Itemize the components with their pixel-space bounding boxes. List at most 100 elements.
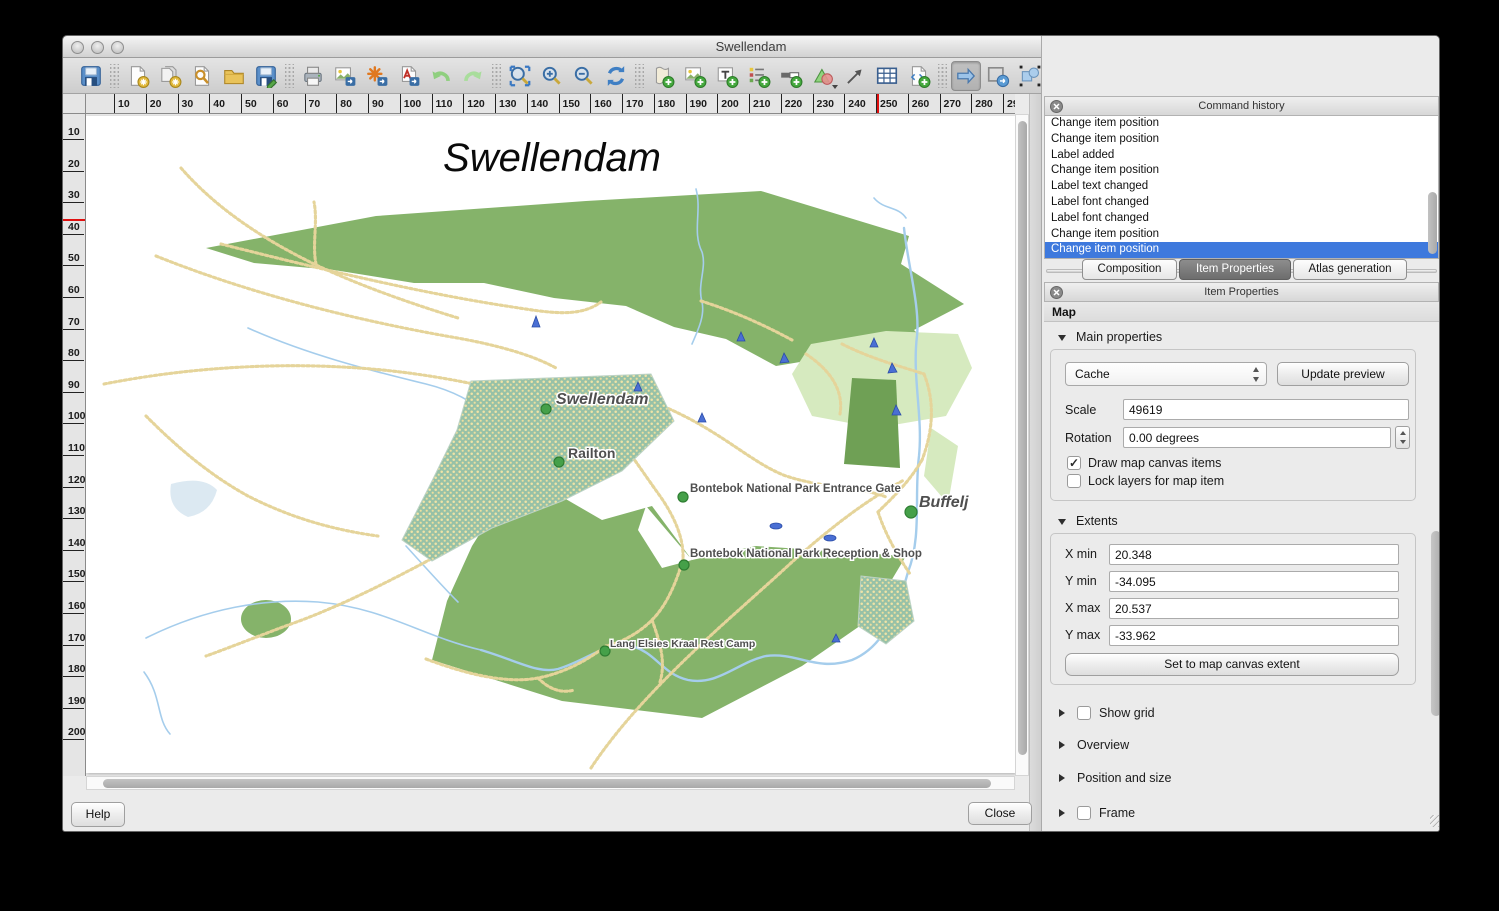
add-basic-shape-button[interactable] xyxy=(808,61,838,91)
expand-triangle-icon[interactable] xyxy=(1059,809,1065,817)
xmax-input[interactable] xyxy=(1109,598,1399,619)
zoom-in-button[interactable] xyxy=(537,61,567,91)
move-item-content-button[interactable] xyxy=(983,61,1013,91)
show-grid-checkbox[interactable] xyxy=(1077,706,1091,720)
history-item[interactable]: Label added xyxy=(1045,148,1438,164)
ruler-tick: 170 xyxy=(622,94,644,114)
zoom-full-button[interactable] xyxy=(505,61,535,91)
resize-grip[interactable] xyxy=(1430,815,1440,827)
ruler-tick: 60 xyxy=(63,284,84,298)
undo-button[interactable] xyxy=(426,61,456,91)
ruler-tick: 20 xyxy=(63,158,84,172)
move-content-icon xyxy=(986,64,1010,88)
history-item[interactable]: Change item position xyxy=(1045,227,1438,243)
ruler-tick: 110 xyxy=(432,94,453,114)
panel-scrollbar-thumb[interactable] xyxy=(1431,531,1440,716)
history-item[interactable]: Change item position xyxy=(1045,163,1438,179)
history-item[interactable]: Change item position xyxy=(1045,132,1438,148)
history-scrollbar-thumb[interactable] xyxy=(1428,192,1437,254)
duplicate-composition-button[interactable] xyxy=(155,61,185,91)
expand-triangle-icon[interactable] xyxy=(1059,709,1065,717)
section-frame[interactable]: Frame xyxy=(1099,806,1135,820)
lock-layers-label: Lock layers for map item xyxy=(1088,474,1224,488)
rotation-input[interactable] xyxy=(1123,427,1391,448)
export-as-image-button[interactable] xyxy=(330,61,360,91)
section-show-grid[interactable]: Show grid xyxy=(1099,706,1155,720)
close-button[interactable]: Close xyxy=(968,802,1032,825)
vertical-scrollbar-thumb[interactable] xyxy=(1018,121,1027,755)
save-project-button[interactable] xyxy=(76,61,106,91)
composition-canvas[interactable]: Swellendam Railton Bontebok National Par… xyxy=(86,114,1015,776)
item-type-label: Map xyxy=(1044,302,1439,322)
add-arrow-icon xyxy=(843,64,867,88)
scale-input[interactable] xyxy=(1123,399,1409,420)
ruler-tick: 130 xyxy=(495,94,517,114)
add-arrow-button[interactable] xyxy=(840,61,870,91)
add-new-legend-button[interactable] xyxy=(744,61,774,91)
draw-map-canvas-items-checkbox[interactable]: ✓ xyxy=(1067,456,1081,470)
load-from-template-button[interactable] xyxy=(219,61,249,91)
horizontal-scrollbar[interactable] xyxy=(86,776,1015,790)
collapse-triangle-icon[interactable] xyxy=(1058,335,1066,341)
add-new-scalebar-button[interactable] xyxy=(776,61,806,91)
add-attribute-table-button[interactable] xyxy=(872,61,902,91)
paper-sheet[interactable]: Swellendam Railton Bontebok National Par… xyxy=(86,116,1015,773)
new-page-icon xyxy=(126,64,150,88)
print-button[interactable] xyxy=(298,61,328,91)
add-new-label-button[interactable] xyxy=(712,61,742,91)
tab-item-properties[interactable]: Item Properties xyxy=(1179,259,1291,280)
command-history-header[interactable]: Command history xyxy=(1044,96,1439,116)
xmin-input[interactable] xyxy=(1109,544,1399,565)
composer-manager-button[interactable] xyxy=(187,61,217,91)
ymin-input[interactable] xyxy=(1109,571,1399,592)
frame-checkbox[interactable] xyxy=(1077,806,1091,820)
close-dock-icon[interactable] xyxy=(1050,100,1063,113)
help-button[interactable]: Help xyxy=(71,802,125,827)
horizontal-scrollbar-thumb[interactable] xyxy=(103,779,991,788)
expand-triangle-icon[interactable] xyxy=(1059,774,1065,782)
rotation-spinner[interactable] xyxy=(1395,426,1410,449)
tab-composition[interactable]: Composition xyxy=(1082,259,1177,280)
lock-layers-checkbox[interactable] xyxy=(1067,474,1081,488)
expand-triangle-icon[interactable] xyxy=(1059,741,1065,749)
ruler-tick: 180 xyxy=(654,94,676,114)
new-composition-button[interactable] xyxy=(123,61,153,91)
history-item[interactable]: Label font changed xyxy=(1045,195,1438,211)
refresh-view-button[interactable] xyxy=(601,61,631,91)
ruler-corner xyxy=(63,94,86,114)
add-new-map-button[interactable] xyxy=(648,61,678,91)
map-item[interactable]: Swellendam Railton Bontebok National Par… xyxy=(86,116,1015,773)
rotation-label: Rotation xyxy=(1065,431,1112,445)
redo-button[interactable] xyxy=(458,61,488,91)
item-properties-header[interactable]: Item Properties xyxy=(1044,282,1439,302)
select-move-item-button[interactable] xyxy=(951,61,981,91)
panel-splitter[interactable] xyxy=(1029,94,1041,832)
vertical-scrollbar[interactable] xyxy=(1015,114,1029,776)
history-item[interactable]: Label font changed xyxy=(1045,211,1438,227)
history-item[interactable]: Change item position xyxy=(1045,242,1438,258)
close-dock-icon[interactable] xyxy=(1050,286,1063,299)
export-as-pdf-button[interactable] xyxy=(394,61,424,91)
command-history-list[interactable]: Change item positionChange item position… xyxy=(1044,116,1439,259)
save-as-template-button[interactable] xyxy=(251,61,281,91)
preview-mode-select[interactable]: Cache xyxy=(1065,362,1267,386)
ymax-input[interactable] xyxy=(1109,625,1399,646)
set-to-map-canvas-extent-button[interactable]: Set to map canvas extent xyxy=(1065,653,1399,676)
zoom-out-button[interactable] xyxy=(569,61,599,91)
section-position-and-size[interactable]: Position and size xyxy=(1077,771,1172,785)
history-item[interactable]: Change item position xyxy=(1045,116,1438,132)
tab-atlas-generation[interactable]: Atlas generation xyxy=(1293,259,1407,280)
section-main-properties[interactable]: Main properties xyxy=(1076,330,1162,344)
export-as-svg-button[interactable] xyxy=(362,61,392,91)
export-pdf-icon xyxy=(397,64,421,88)
ruler-tick: 100 xyxy=(63,410,84,424)
history-item[interactable]: Label text changed xyxy=(1045,179,1438,195)
add-image-button[interactable] xyxy=(680,61,710,91)
section-extents[interactable]: Extents xyxy=(1076,514,1118,528)
section-overview[interactable]: Overview xyxy=(1077,738,1129,752)
collapse-triangle-icon[interactable] xyxy=(1058,519,1066,525)
ruler-tick: 30 xyxy=(63,189,84,203)
page-title-label[interactable]: Swellendam xyxy=(443,136,661,180)
add-html-frame-button[interactable] xyxy=(904,61,934,91)
update-preview-button[interactable]: Update preview xyxy=(1277,362,1409,386)
